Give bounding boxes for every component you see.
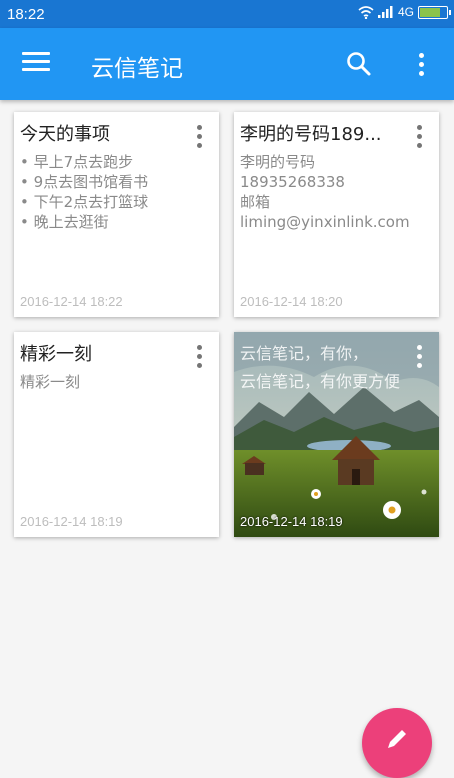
note-line: 李明的号码 xyxy=(240,153,316,171)
note-title: 云信笔记，有你， xyxy=(240,344,369,363)
status-icons: 4G xyxy=(358,5,451,19)
more-vert-icon[interactable] xyxy=(191,342,207,368)
battery-icon xyxy=(418,5,451,19)
note-line: • 早上7点去跑步 xyxy=(20,153,134,171)
note-title: 今天的事项 xyxy=(20,124,110,145)
note-line: 精彩一刻 xyxy=(20,373,81,391)
note-line: 邮箱 xyxy=(240,193,271,211)
status-bar: 18:22 4G xyxy=(0,0,454,28)
note-line: 18935268338 xyxy=(240,173,345,191)
wifi-icon xyxy=(358,5,374,19)
menu-icon[interactable] xyxy=(22,52,50,74)
note-title: 李明的号码189... xyxy=(240,124,382,145)
note-line: • 9点去图书馆看书 xyxy=(20,173,149,191)
note-card[interactable]: 今天的事项 • 早上7点去跑步 • 9点去图书馆看书 • 下午2点去打篮球 • … xyxy=(14,112,219,317)
app-title: 云信笔记 xyxy=(91,56,183,82)
signal-icon xyxy=(377,6,393,18)
new-note-fab[interactable] xyxy=(362,708,432,778)
note-card[interactable]: 李明的号码189... 李明的号码 18935268338 邮箱 liming@… xyxy=(234,112,439,317)
more-vert-icon[interactable] xyxy=(191,122,207,148)
overflow-menu-icon[interactable] xyxy=(411,50,431,78)
more-vert-icon[interactable] xyxy=(411,122,427,148)
note-body: 云信笔记，有你更方便 xyxy=(240,372,436,392)
note-line: • 晚上去逛街 xyxy=(20,213,109,231)
photo-note-card[interactable]: 云信笔记，有你， 云信笔记，有你更方便 2016-12-14 18:19 xyxy=(234,332,439,537)
note-date: 2016-12-14 18:19 xyxy=(240,514,343,529)
note-card[interactable]: 精彩一刻 精彩一刻 2016-12-14 18:19 xyxy=(14,332,219,537)
note-body: 精彩一刻 xyxy=(20,372,216,392)
note-date: 2016-12-14 18:22 xyxy=(20,294,123,309)
note-date: 2016-12-14 18:20 xyxy=(240,294,343,309)
note-date: 2016-12-14 18:19 xyxy=(20,514,123,529)
note-body: • 早上7点去跑步 • 9点去图书馆看书 • 下午2点去打篮球 • 晚上去逛街 xyxy=(20,152,216,232)
note-line: 云信笔记，有你更方便 xyxy=(240,372,401,391)
search-icon[interactable] xyxy=(345,50,373,78)
status-time: 18:22 xyxy=(7,6,45,23)
note-line: • 下午2点去打篮球 xyxy=(20,193,149,211)
network-type: 4G xyxy=(397,5,414,19)
app-bar: 云信笔记 xyxy=(0,28,454,100)
edit-icon xyxy=(388,730,406,748)
note-title: 精彩一刻 xyxy=(20,344,92,365)
more-vert-icon[interactable] xyxy=(411,342,427,368)
note-line: liming@yinxinlink.com xyxy=(240,213,410,231)
note-body: 李明的号码 18935268338 邮箱 liming@yinxinlink.c… xyxy=(240,152,436,232)
